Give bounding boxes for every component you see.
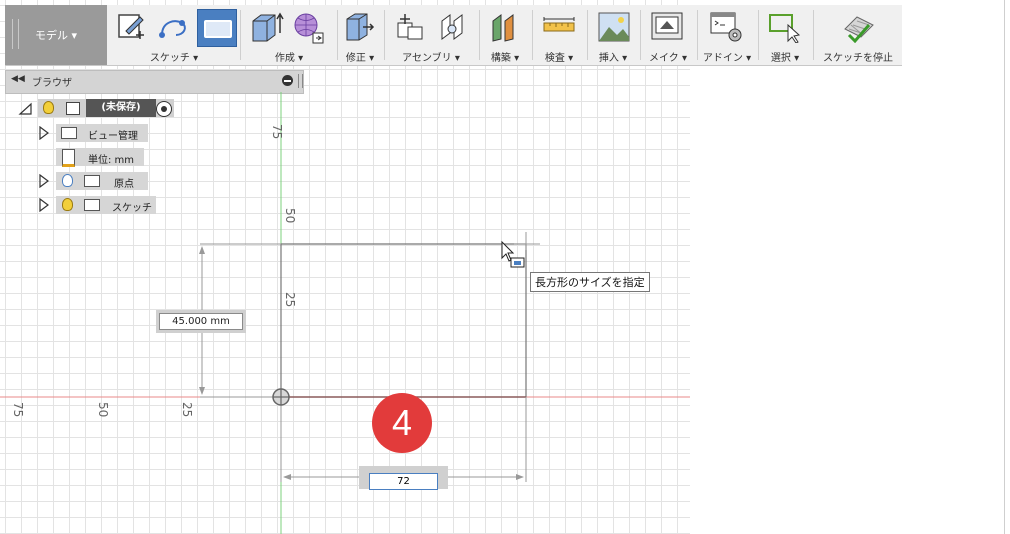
sketch-geometry bbox=[0, 92, 690, 534]
x-axis-label: 25 bbox=[180, 402, 194, 418]
height-dimension-value[interactable]: 45.000 mm bbox=[159, 313, 243, 330]
y-axis-label: 75 bbox=[270, 124, 284, 140]
width-dimension-input[interactable] bbox=[369, 473, 438, 490]
height-dimension[interactable]: 45.000 mm bbox=[156, 310, 246, 333]
x-axis-label: 50 bbox=[96, 402, 110, 418]
x-axis-label: 75 bbox=[11, 402, 25, 418]
origin-point-icon[interactable] bbox=[272, 388, 290, 406]
width-dimension[interactable] bbox=[359, 466, 448, 490]
y-axis-label: 50 bbox=[283, 208, 297, 224]
y-axis-label: 25 bbox=[283, 292, 297, 308]
step-badge: 4 bbox=[372, 393, 432, 453]
sketch-rectangle[interactable] bbox=[280, 232, 540, 398]
tooltip: 長方形のサイズを指定 bbox=[530, 272, 650, 292]
cursor-rectangle-icon bbox=[501, 240, 525, 268]
